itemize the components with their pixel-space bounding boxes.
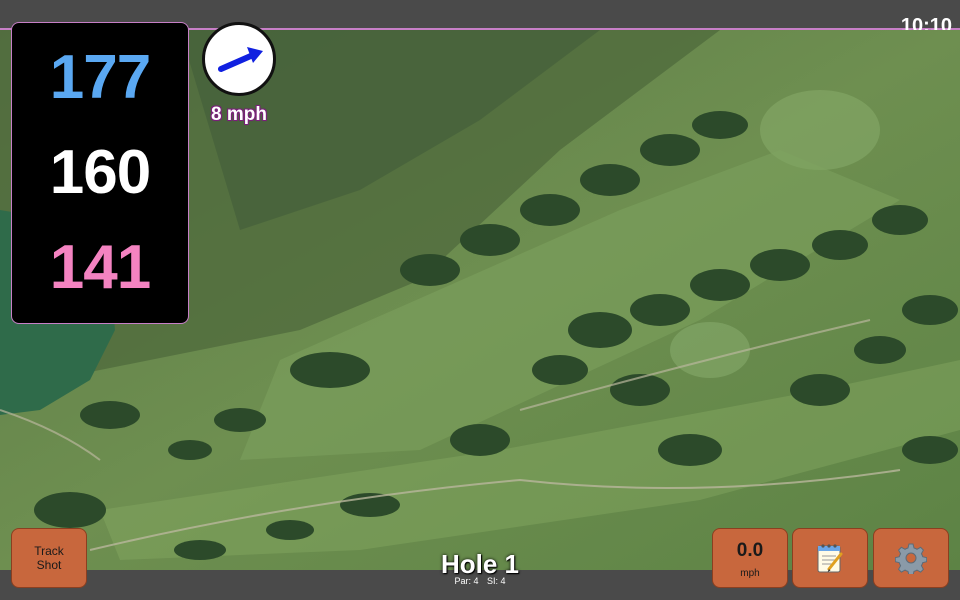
track-shot-label-line2: Shot	[36, 558, 62, 572]
notes-button[interactable]	[792, 528, 868, 588]
settings-button[interactable]	[873, 528, 949, 588]
wind-compass	[202, 22, 276, 96]
hole-title: Hole 1	[440, 549, 520, 579]
speed-value: 0.0	[736, 539, 764, 561]
track-shot-button[interactable]: Track Shot	[11, 528, 87, 588]
speed-button[interactable]: 0.0 mph	[712, 528, 788, 588]
back-distance: 177	[49, 43, 151, 113]
hole-info: Hole 1 Par: 4 SI: 4	[380, 550, 580, 586]
hole-par: Par: 4	[454, 576, 479, 586]
arrow-right-up-icon	[218, 47, 263, 72]
notepad-icon	[817, 544, 843, 573]
wind-speed: 8 mph	[211, 104, 267, 125]
distance-panel: 177 160 141	[11, 22, 189, 324]
gear-icon	[895, 543, 927, 574]
hole-stroke-index: SI: 4	[487, 576, 506, 586]
speed-unit: mph	[740, 567, 760, 579]
track-shot-label-line1: Track	[34, 544, 64, 558]
hole-details: Par: 4 SI: 4	[380, 576, 580, 586]
front-distance: 141	[49, 232, 151, 302]
middle-distance: 160	[49, 137, 151, 207]
